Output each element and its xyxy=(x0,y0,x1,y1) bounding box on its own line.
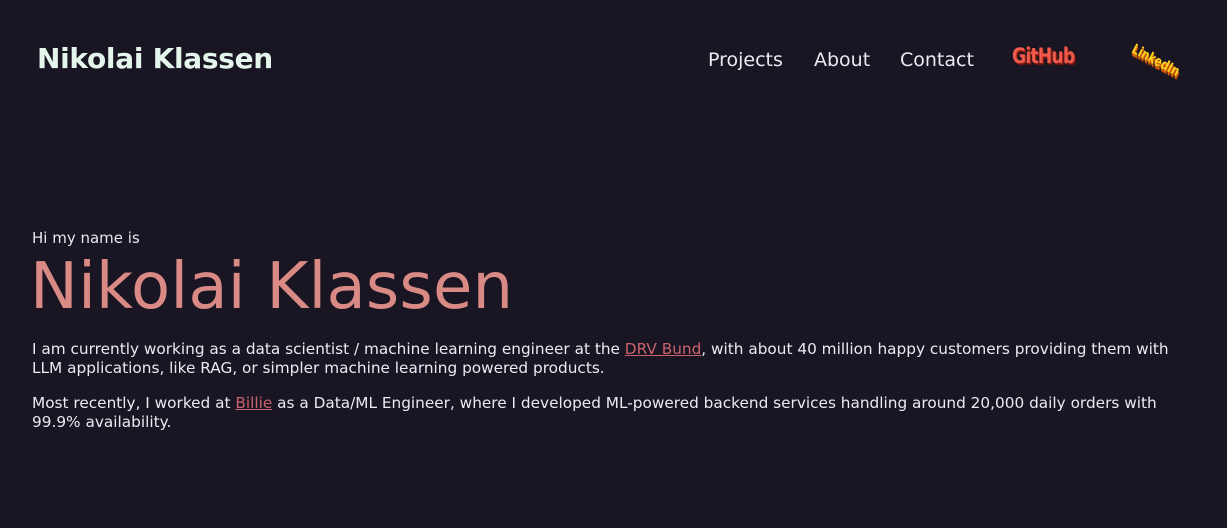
greeting-text: Hi my name is xyxy=(32,229,140,247)
intro-paragraph-current-job: I am currently working as a data scienti… xyxy=(32,340,1202,378)
billie-link[interactable]: Billie xyxy=(235,394,272,412)
hero-name-heading: Nikolai Klassen xyxy=(30,250,514,324)
paragraph-text: I am currently working as a data scienti… xyxy=(32,340,625,358)
hero-section: Hi my name is Nikolai Klassen I am curre… xyxy=(30,228,1202,432)
brand-logo-link[interactable]: Nikolai Klassen xyxy=(37,42,273,75)
drv-bund-link[interactable]: DRV Bund xyxy=(625,340,702,358)
linkedin-wordart-graphic: LinkedIn LinkedIn LinkedIn xyxy=(1129,41,1183,83)
nav-contact-link[interactable]: Contact xyxy=(900,49,974,71)
header: Nikolai Klassen Projects About Contact G… xyxy=(0,0,1227,120)
paragraph-text: Most recently, I worked at xyxy=(32,394,236,412)
linkedin-icon[interactable]: LinkedIn LinkedIn LinkedIn xyxy=(1128,40,1184,84)
nav-projects-link[interactable]: Projects xyxy=(708,49,783,71)
nav-about-link[interactable]: About xyxy=(814,49,870,71)
page: Nikolai Klassen Projects About Contact G… xyxy=(0,0,1227,528)
intro-paragraph-previous-job: Most recently, I worked at Billie as a D… xyxy=(32,394,1202,432)
github-icon[interactable]: GitHub xyxy=(1012,44,1075,68)
